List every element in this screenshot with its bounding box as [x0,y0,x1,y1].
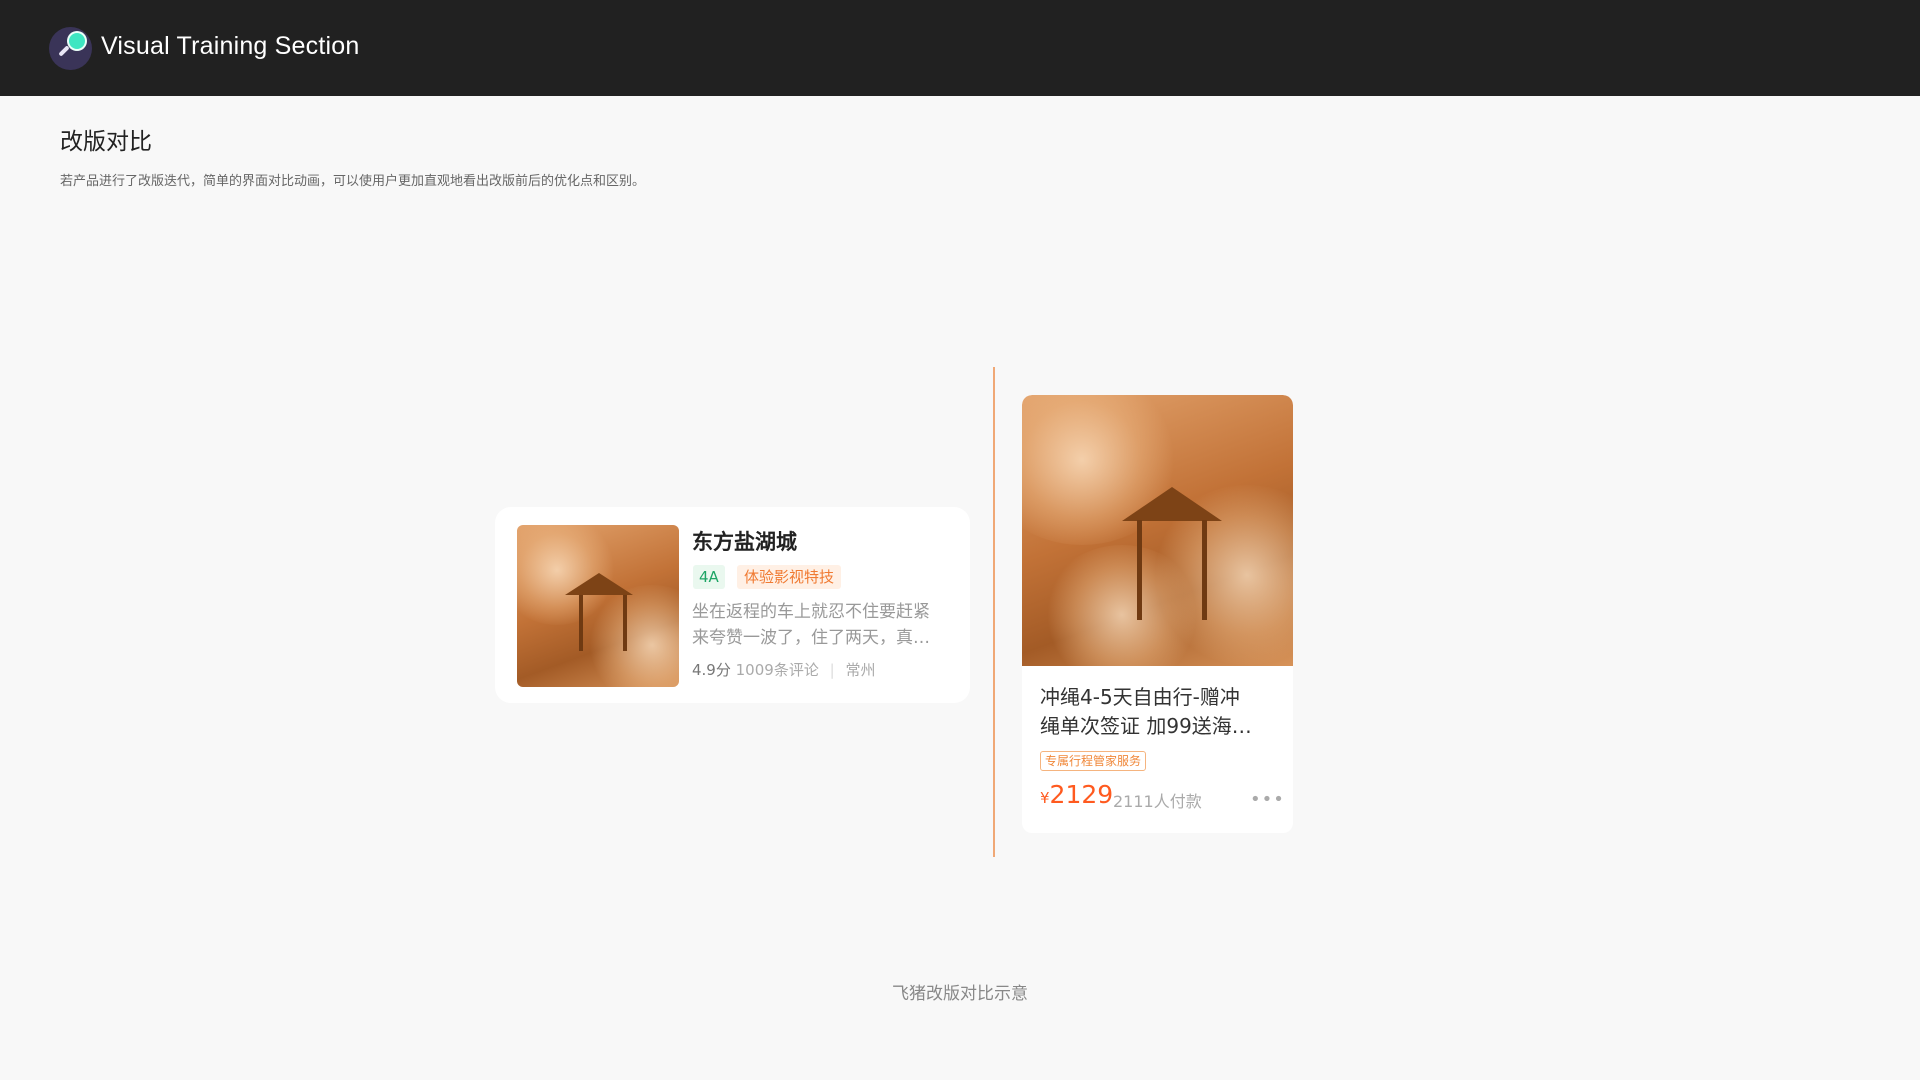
product-title-line-1: 冲绳4-5天自由行-赠冲 [1040,685,1240,709]
review-count: 1009条评论 [735,661,819,679]
magnifier-logo-icon [49,27,92,70]
figure-caption: 飞猪改版对比示意 [892,984,1028,1004]
attraction-title: 东方盐湖城 [692,530,797,554]
feature-tag-badge: 体验影视特技 [737,565,842,589]
price-value: 2129 [1049,780,1114,809]
paid-count: 2111人付款 [1113,792,1202,811]
app-title: Visual Training Section [101,32,360,60]
more-dots-icon[interactable]: ••• [1250,791,1285,809]
top-bar: Visual Training Section [0,0,1920,96]
page-description: 若产品进行了改版迭代，简单的界面对比动画，可以使用户更加直观地看出改版前后的优化… [60,174,646,189]
service-tag: 专属行程管家服务 [1040,751,1147,771]
review-excerpt: 坐在返程的车上就忍不住要赶紧 来夸赞一波了，住了两天，真… [692,599,952,651]
comparison-divider [993,367,995,857]
old-version-card[interactable]: 东方盐湖城 4A 体验影视特技 坐在返程的车上就忍不住要赶紧 来夸赞一波了，住了… [495,507,970,703]
level-badge: 4A [693,565,725,589]
attraction-meta: 4.9分 1009条评论 | 常州 [692,659,875,680]
currency-symbol: ¥ [1040,789,1050,807]
meta-separator: | [829,661,835,679]
review-line-1: 坐在返程的车上就忍不住要赶紧 [692,602,930,622]
product-title-line-2: 绳单次签证 加99送海… [1040,714,1252,738]
city-label: 常州 [845,661,876,679]
pavilion-cover-image [1022,395,1293,666]
new-version-card[interactable]: 冲绳4-5天自由行-赠冲 绳单次签证 加99送海… 专属行程管家服务 ¥2129… [1022,395,1293,833]
price: ¥2129 [1040,780,1113,809]
pavilion-thumbnail-image [517,525,679,687]
rating-score: 4.9分 [692,661,731,679]
page-title: 改版对比 [60,129,152,155]
review-line-2: 来夸赞一波了，住了两天，真… [692,628,930,648]
product-title: 冲绳4-5天自由行-赠冲 绳单次签证 加99送海… [1040,683,1280,741]
